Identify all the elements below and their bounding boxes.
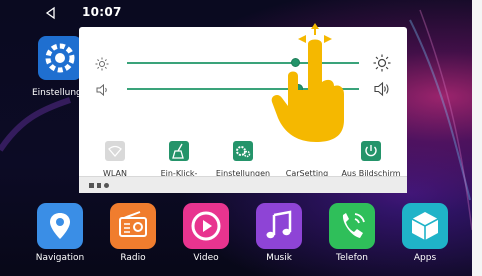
status-bar: 10:07 [0, 0, 472, 24]
cube-icon [411, 212, 439, 240]
screen-bezel [472, 0, 482, 276]
volume-high-icon [373, 80, 391, 98]
panel-footer [79, 176, 407, 193]
music-app-icon [256, 203, 302, 249]
dock-item-musik[interactable]: Musik [256, 203, 302, 271]
phone-app-icon [329, 203, 375, 249]
wlan-toggle[interactable] [105, 141, 125, 161]
dock-item-navigation[interactable]: Navigation [36, 203, 84, 271]
cleanup-button[interactable] [169, 141, 189, 161]
brightness-high-icon [373, 54, 391, 72]
screen-off-button[interactable] [361, 141, 381, 161]
volume-low-icon [95, 82, 109, 97]
wifi-icon [108, 145, 122, 157]
apps-app-icon [402, 203, 448, 249]
radio-app-icon [110, 203, 156, 249]
power-icon [365, 145, 377, 157]
video-app-icon [183, 203, 229, 249]
notification-icon [89, 183, 94, 188]
play-icon [191, 211, 221, 241]
radio-icon [119, 211, 147, 237]
settings-app-icon [38, 36, 82, 80]
sync-icon [104, 183, 109, 188]
gear-icon [236, 146, 251, 158]
dock-label-apps: Apps [413, 253, 437, 263]
quick-settings-panel: WLAN Ein-Klick-Bereinigung Einstellungen… [79, 27, 407, 193]
clock: 10:07 [82, 5, 122, 19]
navigation-app-icon [37, 203, 83, 249]
back-icon[interactable] [44, 5, 58, 20]
music-note-icon [266, 210, 292, 239]
dock-item-radio[interactable]: Radio [110, 203, 156, 271]
swipe-hand-icon [268, 20, 352, 150]
dock-item-telefon[interactable]: Telefon [329, 203, 375, 271]
broom-icon [172, 143, 184, 159]
usb-icon [97, 183, 101, 188]
dock-item-video[interactable]: Video [183, 203, 229, 271]
map-pin-icon [50, 213, 70, 239]
brightness-low-icon [95, 56, 109, 71]
settings-tile[interactable] [233, 141, 253, 161]
dock-item-apps[interactable]: Apps [402, 203, 448, 271]
phone-icon [342, 213, 365, 238]
